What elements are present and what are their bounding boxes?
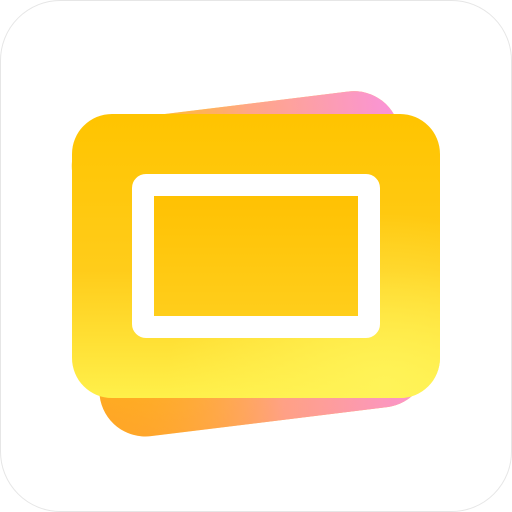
app-icon-graphic xyxy=(0,0,512,512)
slideshow-app-icon[interactable] xyxy=(0,0,512,512)
app-icon-canvas xyxy=(0,0,512,512)
picture-frame-icon xyxy=(132,174,380,338)
